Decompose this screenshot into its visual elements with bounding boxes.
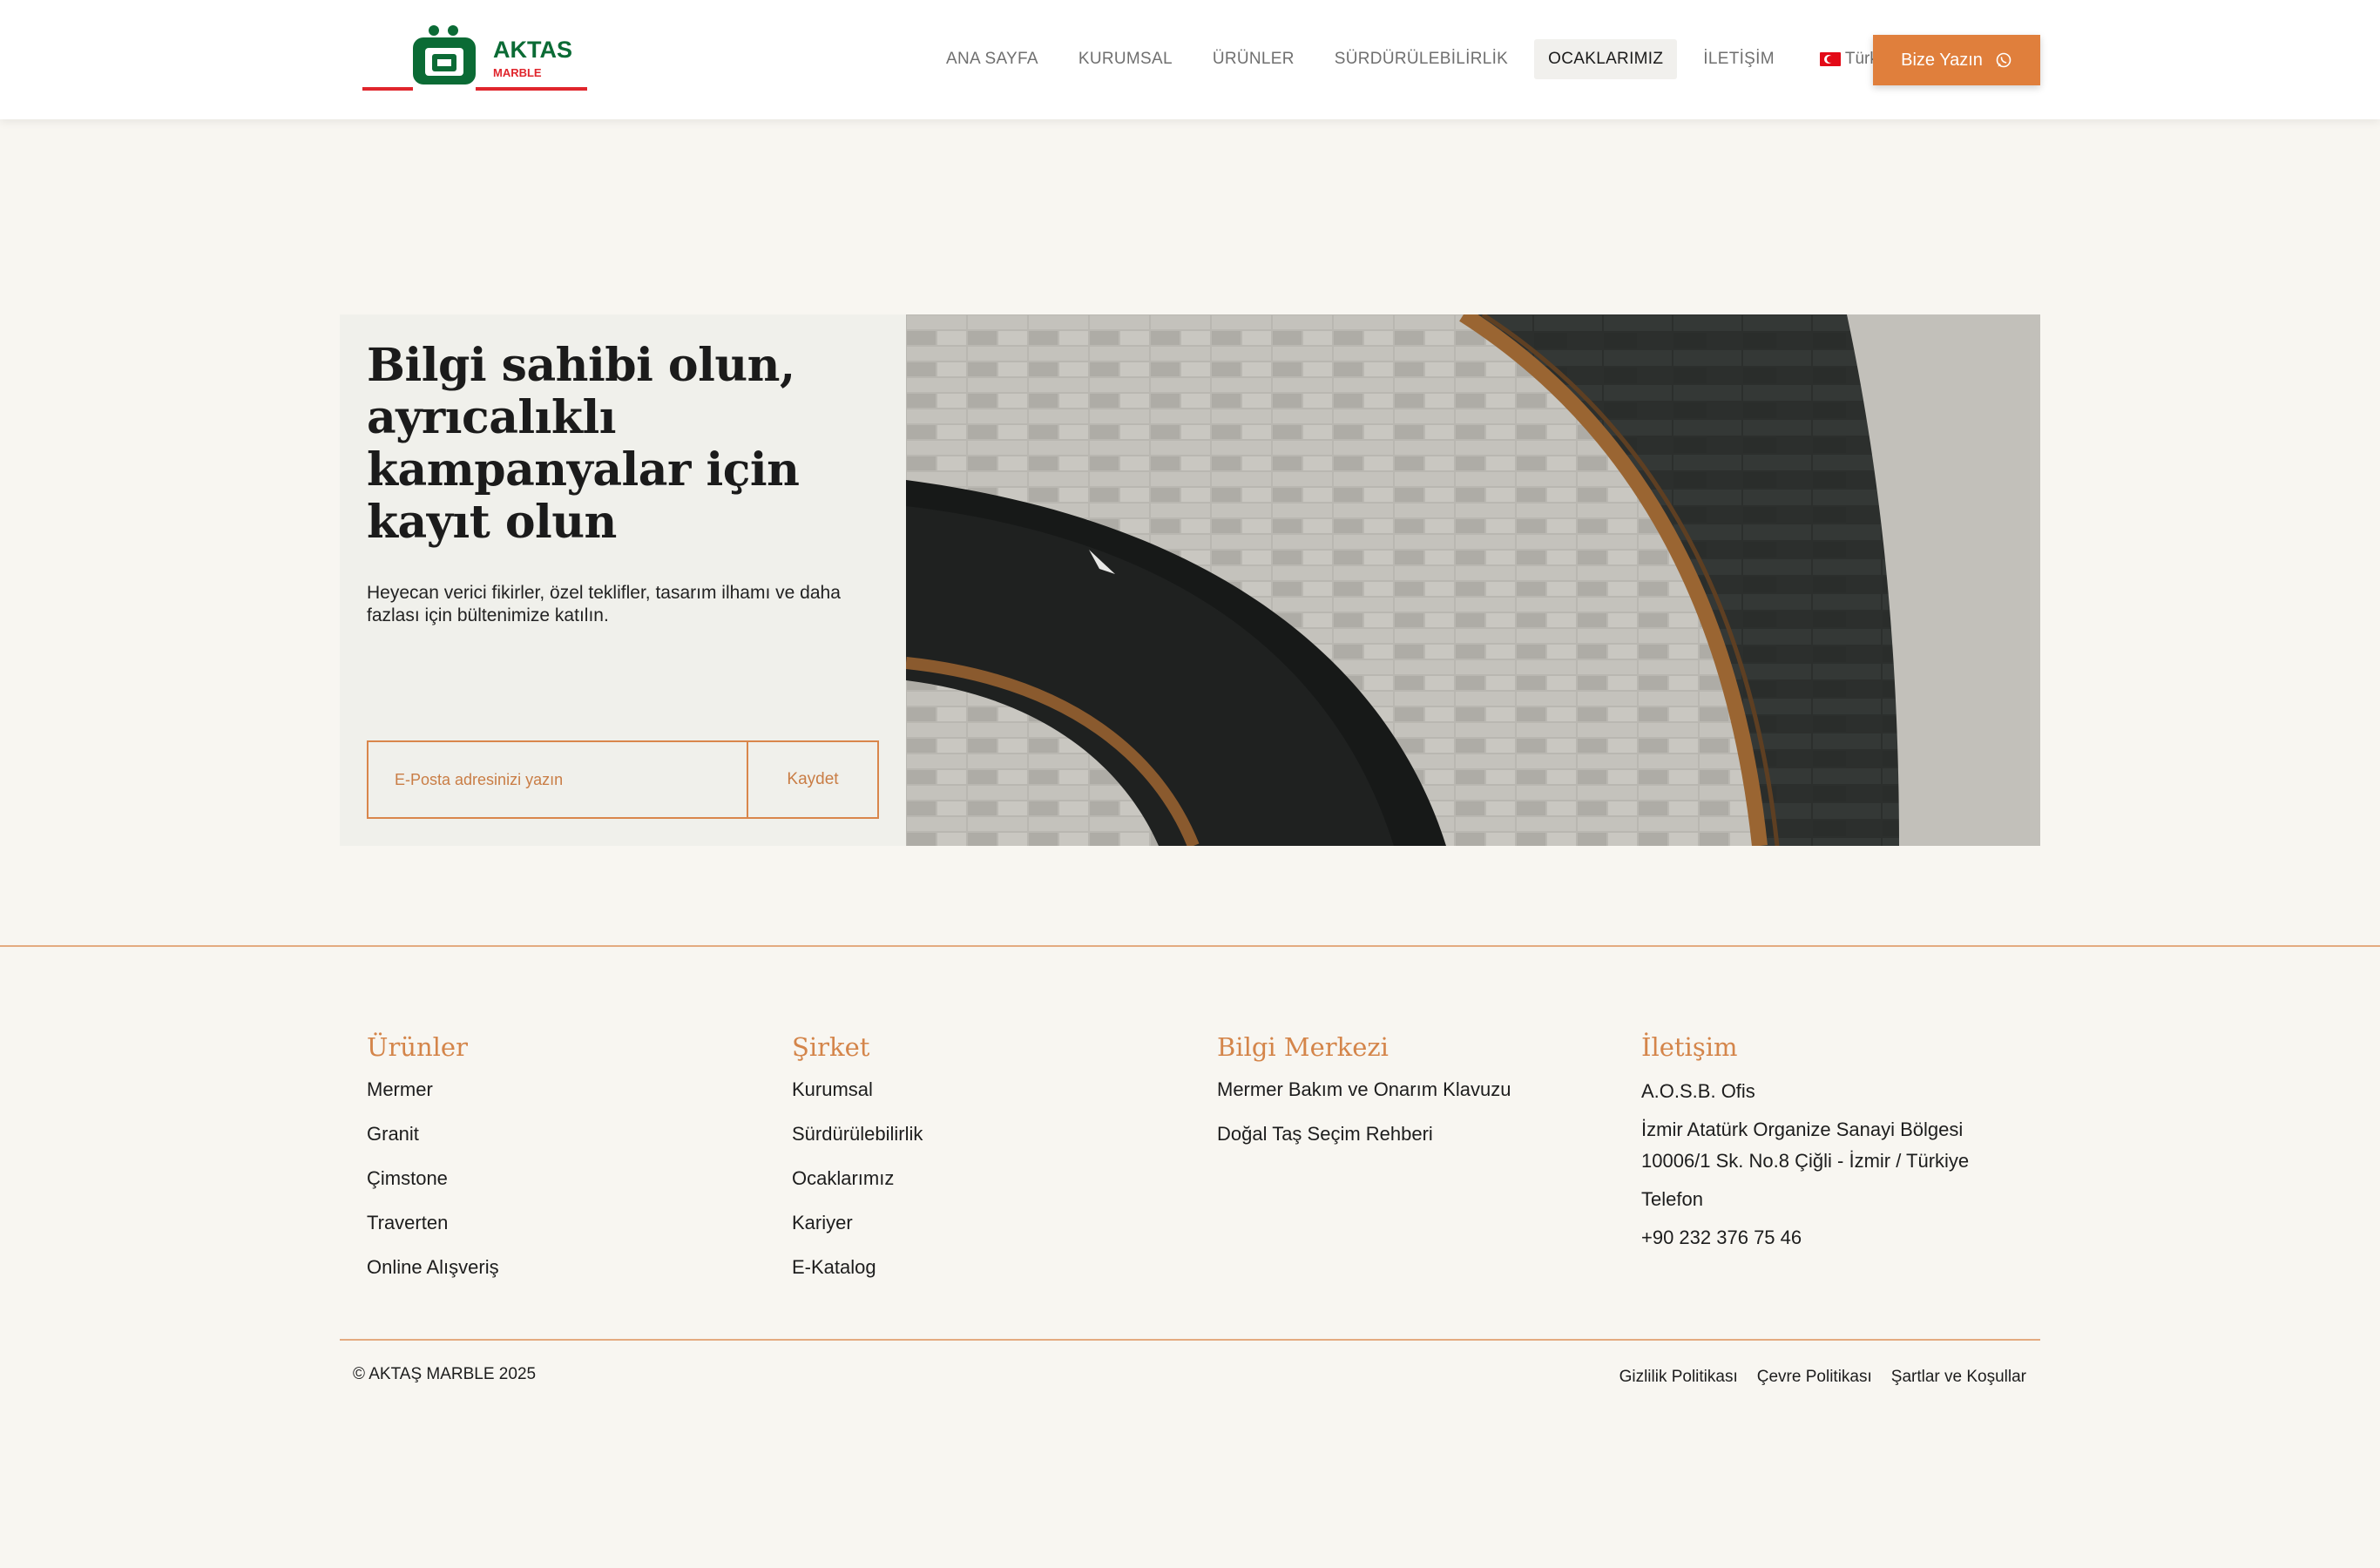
footer-company-column: Şirket Kurumsal Sürdürülebilirlik Ocakla…: [792, 1032, 923, 1298]
footer-link-career[interactable]: Kariyer: [792, 1209, 923, 1254]
footer-knowledge-column: Bilgi Merkezi Mermer Bakım ve Onarım Kla…: [1217, 1032, 1511, 1165]
email-input[interactable]: [368, 742, 747, 817]
newsletter-description: Heyecan verici fikirler, özel teklifler,…: [367, 583, 841, 625]
site-header: AKTAS MARBLE ANA SAYFA KURUMSAL ÜRÜNLER …: [0, 0, 2380, 119]
nav-products[interactable]: ÜRÜNLER: [1199, 39, 1308, 79]
nav-sustainability[interactable]: SÜRDÜRÜLEBİLİRLİK: [1321, 39, 1522, 79]
contact-office: A.O.S.B. Ofis: [1641, 1080, 1755, 1102]
main-nav: ANA SAYFA KURUMSAL ÜRÜNLER SÜRDÜRÜLEBİLİ…: [932, 38, 1910, 80]
footer-bottom-divider: [340, 1339, 2040, 1341]
footer-divider: [0, 945, 2380, 947]
nav-corporate[interactable]: KURUMSAL: [1065, 39, 1187, 79]
legal-links: Gizlilik Politikası Çevre Politikası Şar…: [1619, 1368, 2026, 1387]
contact-phone[interactable]: +90 232 376 75 46: [1641, 1222, 1969, 1254]
nav-home[interactable]: ANA SAYFA: [932, 39, 1052, 79]
footer-link-quarries[interactable]: Ocaklarımız: [792, 1165, 923, 1209]
footer-link-cimstone[interactable]: Çimstone: [367, 1165, 499, 1209]
svg-text:AKTAS: AKTAS: [493, 37, 572, 63]
copyright: © AKTAŞ MARBLE 2025: [353, 1365, 537, 1383]
footer-knowledge-title: Bilgi Merkezi: [1217, 1032, 1389, 1062]
environment-policy-link[interactable]: Çevre Politikası: [1757, 1368, 1872, 1386]
footer-link-sustainability[interactable]: Sürdürülebilirlik: [792, 1120, 923, 1165]
marble-staircase-image: [906, 314, 2040, 846]
footer-contact-column: İletişim A.O.S.B. Ofis İzmir Atatürk Org…: [1641, 1032, 1969, 1254]
privacy-policy-link[interactable]: Gizlilik Politikası: [1619, 1368, 1738, 1387]
newsletter-form: Kaydet: [367, 740, 879, 819]
footer-link-stone-selection-guide[interactable]: Doğal Taş Seçim Rehberi: [1217, 1120, 1511, 1165]
footer-products-title: Ürünler: [367, 1032, 468, 1062]
footer-link-travertine[interactable]: Traverten: [367, 1209, 499, 1254]
aktas-marble-logo[interactable]: AKTAS MARBLE: [362, 23, 587, 94]
contact-address-line1: İzmir Atatürk Organize Sanayi Bölgesi: [1641, 1119, 1964, 1140]
terms-link[interactable]: Şartlar ve Koşullar: [1891, 1368, 2026, 1386]
footer-link-marble[interactable]: Mermer: [367, 1076, 499, 1120]
nav-contact[interactable]: İLETİŞİM: [1689, 39, 1788, 79]
turkey-flag-icon: [1819, 52, 1841, 66]
footer-link-marble-care-guide[interactable]: Mermer Bakım ve Onarım Klavuzu: [1217, 1076, 1511, 1120]
footer-link-corporate[interactable]: Kurumsal: [792, 1076, 923, 1120]
newsletter-title: Bilgi sahibi olun, ayrıcalıklı kampanyal…: [367, 339, 800, 549]
footer-link-e-catalog[interactable]: E-Katalog: [792, 1254, 923, 1298]
footer-link-online-shop[interactable]: Online Alışveriş: [367, 1254, 499, 1298]
footer-company-title: Şirket: [792, 1032, 870, 1062]
write-us-label: Bize Yazın: [1901, 50, 1983, 70]
svg-text:MARBLE: MARBLE: [493, 66, 542, 79]
contact-phone-label: Telefon: [1641, 1188, 1703, 1210]
nav-quarries[interactable]: OCAKLARIMIZ: [1534, 39, 1678, 79]
contact-address-line2: 10006/1 Sk. No.8 Çiğli - İzmir / Türkiye: [1641, 1150, 1970, 1172]
footer-contact-title: İletişim: [1641, 1032, 1738, 1062]
subscribe-button[interactable]: Kaydet: [747, 742, 877, 817]
write-us-button[interactable]: Bize Yazın: [1873, 35, 2040, 85]
whatsapp-icon: [1996, 52, 2012, 68]
footer-link-granite[interactable]: Granit: [367, 1120, 499, 1165]
footer-products-column: Ürünler Mermer Granit Çimstone Traverten…: [367, 1032, 499, 1298]
